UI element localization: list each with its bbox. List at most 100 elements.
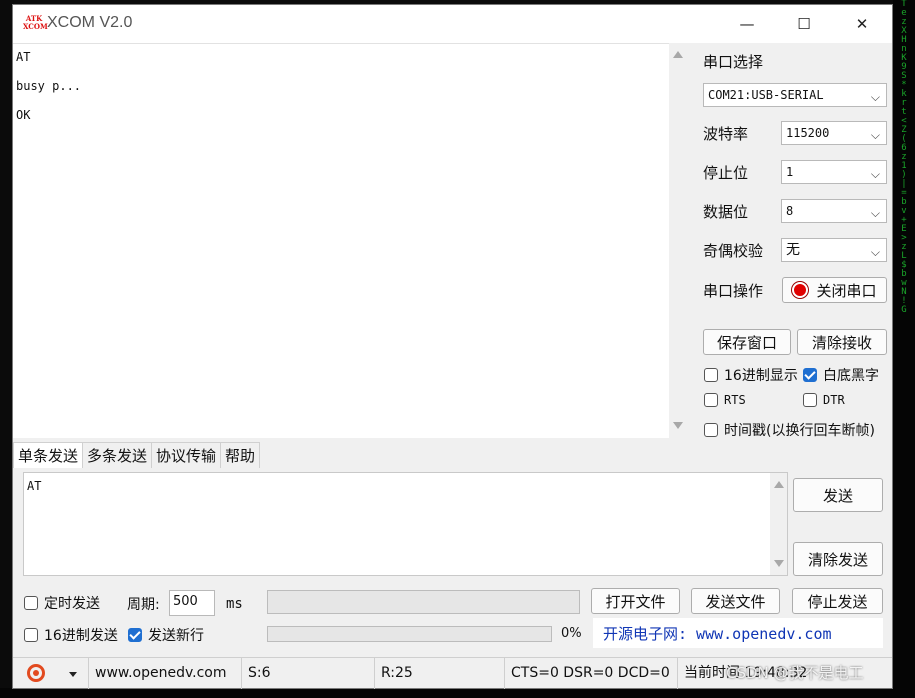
checkbox-checked-icon[interactable]: [803, 368, 817, 382]
rts-checkbox[interactable]: RTS: [704, 393, 746, 407]
checkbox-checked-icon[interactable]: [128, 628, 142, 642]
send-scrollbar[interactable]: [770, 473, 787, 575]
save-window-button[interactable]: 保存窗口: [703, 329, 791, 355]
maximize-icon: ☐: [797, 15, 811, 33]
baud-select[interactable]: 115200 ⌵: [781, 121, 887, 145]
port-select-label: 串口选择: [703, 53, 764, 71]
checkbox-box[interactable]: [803, 393, 817, 407]
minimize-icon: —: [739, 15, 755, 33]
rts-label: RTS: [724, 393, 746, 407]
databits-label: 数据位: [703, 203, 749, 221]
white-black-checkbox[interactable]: 白底黑字: [803, 365, 879, 385]
newline-checkbox[interactable]: 发送新行: [128, 625, 204, 645]
send-file-button[interactable]: 发送文件: [691, 588, 780, 614]
hex-display-label: 16进制显示: [724, 368, 798, 384]
receive-line: AT: [16, 50, 31, 64]
scroll-down-icon[interactable]: [673, 422, 683, 429]
checkbox-box[interactable]: [704, 393, 718, 407]
baud-select-value: 115200: [786, 126, 830, 140]
website-link[interactable]: 开源电子网: www.openedv.com: [603, 623, 832, 644]
watermark: CSDN @我不是电工: [726, 664, 864, 682]
period-label: 周期:: [127, 597, 160, 613]
stop-send-button[interactable]: 停止发送: [792, 588, 883, 614]
caret-down-icon[interactable]: [69, 672, 77, 677]
tab-help[interactable]: 帮助: [220, 442, 261, 468]
scroll-up-icon[interactable]: [673, 51, 683, 58]
tab-protocol[interactable]: 协议传输: [151, 442, 222, 468]
port-operation-label: 串口操作: [703, 282, 764, 300]
status-received: R:25: [375, 658, 505, 689]
baud-label: 波特率: [703, 125, 749, 143]
chevron-down-icon: ⌵: [870, 245, 880, 259]
port-status-icon: [792, 282, 809, 298]
open-file-button[interactable]: 打开文件: [591, 588, 680, 614]
app-logo: ATK XCOM: [23, 14, 48, 31]
tab-multi-send[interactable]: 多条发送: [82, 442, 153, 468]
receive-scrollbar[interactable]: [669, 43, 686, 437]
checkbox-box[interactable]: [24, 596, 38, 610]
background-bottom-strip: [0, 688, 915, 698]
newline-label: 发送新行: [148, 628, 204, 644]
send-tabs: 单条发送 多条发送 协议传输 帮助: [13, 442, 261, 468]
chevron-down-icon: ⌵: [870, 167, 880, 181]
parity-label: 奇偶校验: [703, 242, 764, 260]
minimize-button[interactable]: —: [724, 5, 770, 43]
title-bar[interactable]: ATK XCOM XCOM V2.0 — ☐ ✕: [13, 5, 892, 43]
dtr-label: DTR: [823, 393, 845, 407]
hex-send-label: 16进制发送: [44, 628, 118, 644]
receive-line: OK: [16, 108, 31, 122]
window-title: XCOM V2.0: [47, 14, 133, 31]
timestamp-checkbox[interactable]: 时间戳(以换行回车断帧): [704, 420, 875, 440]
scroll-up-icon[interactable]: [774, 481, 784, 488]
dtr-checkbox[interactable]: DTR: [803, 393, 845, 407]
period-input[interactable]: 500: [169, 590, 215, 616]
close-port-label: 关闭串口: [816, 281, 877, 300]
chevron-down-icon: ⌵: [870, 206, 880, 220]
file-path-field[interactable]: [267, 590, 580, 614]
close-button[interactable]: ✕: [839, 5, 885, 43]
status-sent: S:6: [242, 658, 375, 689]
settings-menu[interactable]: [13, 658, 89, 689]
chevron-down-icon: ⌵: [870, 90, 880, 104]
progress-percent: 0%: [561, 626, 582, 641]
maximize-button[interactable]: ☐: [781, 5, 827, 43]
tab-single-send[interactable]: 单条发送: [13, 442, 84, 468]
stopbits-select[interactable]: 1 ⌵: [781, 160, 887, 184]
send-progress-bar: [267, 626, 552, 642]
receive-line: busy p...: [16, 79, 82, 93]
status-lines: CTS=0 DSR=0 DCD=0: [505, 658, 678, 689]
timed-send-checkbox[interactable]: 定时发送: [24, 593, 100, 613]
stopbits-label: 停止位: [703, 164, 749, 182]
status-url[interactable]: www.openedv.com: [89, 658, 242, 689]
parity-select[interactable]: 无 ⌵: [781, 238, 887, 262]
port-select-value: COM21:USB-SERIAL: [708, 88, 824, 102]
hex-display-checkbox[interactable]: 16进制显示: [704, 365, 798, 385]
databits-select[interactable]: 8 ⌵: [781, 199, 887, 223]
databits-select-value: 8: [786, 204, 794, 218]
timed-send-label: 定时发送: [44, 596, 100, 612]
timestamp-label: 时间戳(以换行回车断帧): [724, 423, 875, 439]
clear-receive-button[interactable]: 清除接收: [797, 329, 887, 355]
period-unit: ms: [226, 596, 243, 612]
clear-send-button[interactable]: 清除发送: [793, 542, 883, 576]
receive-textarea[interactable]: AT busy p... OK: [13, 43, 669, 438]
white-black-label: 白底黑字: [823, 368, 879, 384]
hex-send-checkbox[interactable]: 16进制发送: [24, 625, 118, 645]
background-matrix-strip: Te z X Hn K 9 S * k r t < Z(6 z 1) | = b v + E > z L $ b w N! G: [893, 0, 915, 698]
xcom-window: ATK XCOM XCOM V2.0 — ☐ ✕ AT busy p... OK…: [12, 4, 893, 689]
checkbox-box[interactable]: [24, 628, 38, 642]
send-textarea[interactable]: AT: [23, 472, 788, 576]
send-button[interactable]: 发送: [793, 478, 883, 512]
checkbox-box[interactable]: [704, 368, 718, 382]
checkbox-box[interactable]: [704, 423, 718, 437]
receive-lines: AT busy p... OK: [16, 50, 81, 137]
stopbits-select-value: 1: [786, 165, 794, 179]
chevron-down-icon: ⌵: [870, 128, 880, 142]
send-text: AT: [27, 479, 42, 493]
settings-icon[interactable]: [27, 664, 45, 682]
close-port-button[interactable]: 关闭串口: [782, 277, 887, 303]
port-select[interactable]: COM21:USB-SERIAL ⌵: [703, 83, 887, 107]
scroll-down-icon[interactable]: [774, 560, 784, 567]
website-banner[interactable]: 开源电子网: www.openedv.com: [593, 618, 883, 648]
close-icon: ✕: [855, 15, 869, 33]
